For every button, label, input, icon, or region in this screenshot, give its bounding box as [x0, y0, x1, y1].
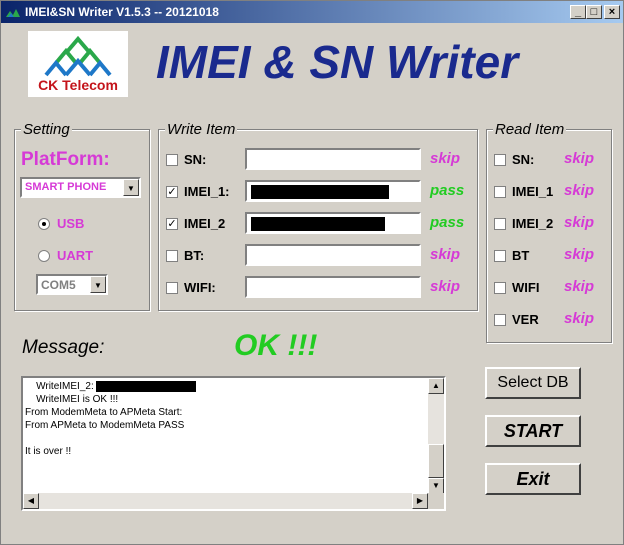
- com-port-select[interactable]: COM5 ▼: [36, 274, 108, 295]
- read-bt-label: BT: [512, 248, 530, 263]
- log-line: From APMeta to ModemMeta PASS: [25, 420, 185, 431]
- ck-telecom-logo-icon: [44, 35, 112, 77]
- scroll-left-icon[interactable]: ◀: [23, 493, 39, 509]
- redacted-value: [95, 380, 196, 392]
- chevron-down-icon[interactable]: ▼: [90, 276, 106, 293]
- setting-group-label: Setting: [21, 121, 72, 138]
- read-imei2-label: IMEI_2: [512, 216, 554, 231]
- read-ver-label: VER: [512, 312, 539, 327]
- write-sn-label: SN:: [184, 152, 207, 167]
- write-bt-checkbox[interactable]: [166, 250, 178, 262]
- title-bar[interactable]: IMEI&SN Writer V1.5.3 -- 20121018 _ □ ×: [1, 1, 623, 23]
- log-textarea[interactable]: WriteIMEI_2: WriteIMEI is OK !!! From Mo…: [21, 376, 446, 511]
- scroll-right-icon[interactable]: ▶: [412, 493, 428, 509]
- app-window: IMEI&SN Writer V1.5.3 -- 20121018 _ □ × …: [0, 0, 624, 545]
- write-bt-status: skip: [430, 246, 461, 263]
- read-sn-checkbox[interactable]: [494, 154, 506, 166]
- vertical-scrollbar[interactable]: ▲ ▼: [428, 378, 444, 494]
- scroll-up-icon[interactable]: ▲: [428, 378, 444, 394]
- uart-label: UART: [57, 248, 94, 263]
- com-port-value: COM5: [41, 278, 76, 292]
- write-sn-input[interactable]: [245, 148, 421, 170]
- message-label: Message:: [22, 337, 105, 358]
- log-lines: WriteIMEI_2: WriteIMEI is OK !!! From Mo…: [25, 380, 429, 494]
- maximize-button[interactable]: □: [586, 5, 602, 19]
- redacted-value: [251, 217, 385, 231]
- write-imei2-input[interactable]: [245, 212, 421, 234]
- scroll-corner: [428, 493, 444, 509]
- platform-label: PlatForm:: [21, 149, 110, 170]
- read-wifi-label: WIFI: [512, 280, 540, 295]
- read-wifi-checkbox[interactable]: [494, 282, 506, 294]
- usb-radio[interactable]: [38, 218, 50, 230]
- read-wifi-status: skip: [564, 278, 595, 295]
- read-item-group-label: Read Item: [493, 121, 567, 138]
- write-sn-status: skip: [430, 150, 461, 167]
- app-icon: [6, 9, 20, 17]
- platform-select-value: SMART PHONE: [25, 181, 107, 193]
- read-ver-checkbox[interactable]: [494, 314, 506, 326]
- write-wifi-input[interactable]: [245, 276, 421, 298]
- read-imei1-label: IMEI_1: [512, 184, 554, 199]
- logo-text: CK Telecom: [38, 77, 118, 93]
- result-text: OK !!!: [234, 329, 318, 362]
- write-bt-input[interactable]: [245, 244, 421, 266]
- write-wifi-checkbox[interactable]: [166, 282, 178, 294]
- usb-label: USB: [57, 216, 85, 231]
- write-imei1-input[interactable]: [245, 180, 421, 202]
- exit-button[interactable]: Exit: [485, 463, 581, 495]
- close-button[interactable]: ×: [604, 5, 620, 19]
- log-line: WriteIMEI_2:: [25, 380, 429, 393]
- log-line: WriteIMEI is OK !!!: [25, 394, 119, 405]
- write-item-group-label: Write Item: [165, 121, 238, 138]
- write-imei2-status: pass: [430, 214, 465, 231]
- write-imei2-label: IMEI_2: [184, 216, 226, 231]
- uart-radio[interactable]: [38, 250, 50, 262]
- write-wifi-label: WIFI:: [184, 280, 216, 295]
- write-bt-label: BT:: [184, 248, 205, 263]
- vertical-scroll-thumb[interactable]: [428, 444, 444, 478]
- read-imei2-checkbox[interactable]: [494, 218, 506, 230]
- ck-telecom-logo: CK Telecom: [28, 31, 128, 97]
- read-bt-status: skip: [564, 246, 595, 263]
- chevron-down-icon[interactable]: ▼: [123, 179, 139, 196]
- app-title: IMEI & SN Writer: [156, 36, 519, 88]
- write-wifi-status: skip: [430, 278, 461, 295]
- platform-select[interactable]: SMART PHONE ▼: [20, 177, 141, 198]
- write-imei2-checkbox[interactable]: ✓: [166, 218, 178, 230]
- log-line: It is over !!: [25, 446, 72, 457]
- read-imei1-checkbox[interactable]: [494, 186, 506, 198]
- log-line: From ModemMeta to APMeta Start:: [25, 407, 183, 418]
- select-db-button[interactable]: Select DB: [485, 367, 581, 399]
- read-bt-checkbox[interactable]: [494, 250, 506, 262]
- minimize-button[interactable]: _: [570, 5, 586, 19]
- read-sn-status: skip: [564, 150, 595, 167]
- write-imei1-checkbox[interactable]: ✓: [166, 186, 178, 198]
- scroll-down-icon[interactable]: ▼: [428, 478, 444, 494]
- write-sn-checkbox[interactable]: [166, 154, 178, 166]
- read-imei2-status: skip: [564, 214, 595, 231]
- redacted-value: [251, 185, 389, 199]
- write-imei1-status: pass: [430, 182, 465, 199]
- read-ver-status: skip: [564, 310, 595, 327]
- window-title: IMEI&SN Writer V1.5.3 -- 20121018: [25, 5, 219, 19]
- read-imei1-status: skip: [564, 182, 595, 199]
- horizontal-scrollbar[interactable]: ◀ ▶: [23, 493, 428, 509]
- read-sn-label: SN:: [512, 152, 535, 167]
- start-button[interactable]: START: [485, 415, 581, 447]
- write-imei1-label: IMEI_1:: [184, 184, 230, 199]
